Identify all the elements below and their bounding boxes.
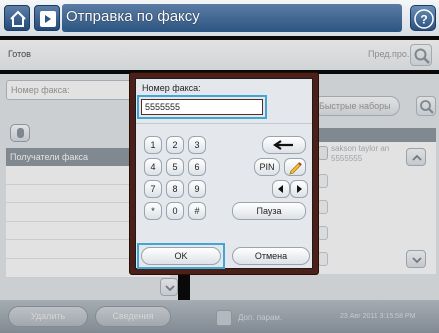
backspace-button[interactable] [262,136,306,154]
key-5[interactable]: 5 [166,158,184,176]
cursor-right-button[interactable] [290,180,308,198]
key-9[interactable]: 9 [188,180,206,198]
ok-button[interactable]: OK [141,247,221,265]
key-hash[interactable]: # [188,202,206,220]
help-icon: ? [414,9,434,29]
input-focus-frame: 5555555 [137,95,267,119]
ok-focus-frame: OK [137,243,225,269]
key-4[interactable]: 4 [144,158,162,176]
fax-icon [40,11,56,27]
cursor-left-button[interactable] [272,180,290,198]
key-1[interactable]: 1 [144,136,162,154]
arrow-right-icon [297,185,302,193]
title-bar: Отправка по факсу ? [0,0,439,36]
key-6[interactable]: 6 [188,158,206,176]
fax-number-input[interactable]: 5555555 [141,99,263,115]
key-2[interactable]: 2 [166,136,184,154]
key-star[interactable]: * [144,202,162,220]
pencil-icon [289,162,302,175]
dialog-body: Номер факса: 5555555 1 2 3 4 5 6 7 8 9 *… [135,78,313,269]
arrow-left-icon [278,185,283,193]
key-8[interactable]: 8 [166,180,184,198]
home-button[interactable] [4,5,30,31]
fax-number-keypad-dialog: Номер факса: 5555555 1 2 3 4 5 6 7 8 9 *… [129,72,319,275]
cancel-button[interactable]: Отмена [232,247,310,265]
edit-button[interactable] [284,158,306,176]
fax-app-button[interactable] [34,5,60,31]
key-7[interactable]: 7 [144,180,162,198]
page-title: Отправка по факсу [66,8,200,25]
divider [136,123,312,124]
pause-button[interactable]: Пауза [232,202,306,220]
home-icon [10,10,26,27]
help-button[interactable]: ? [410,5,436,31]
backspace-icon [273,140,293,150]
key-3[interactable]: 3 [188,136,206,154]
dialog-label: Номер факса: [142,83,201,93]
key-0[interactable]: 0 [166,202,184,220]
pin-button[interactable]: PIN [254,158,280,176]
svg-text:?: ? [420,13,427,27]
